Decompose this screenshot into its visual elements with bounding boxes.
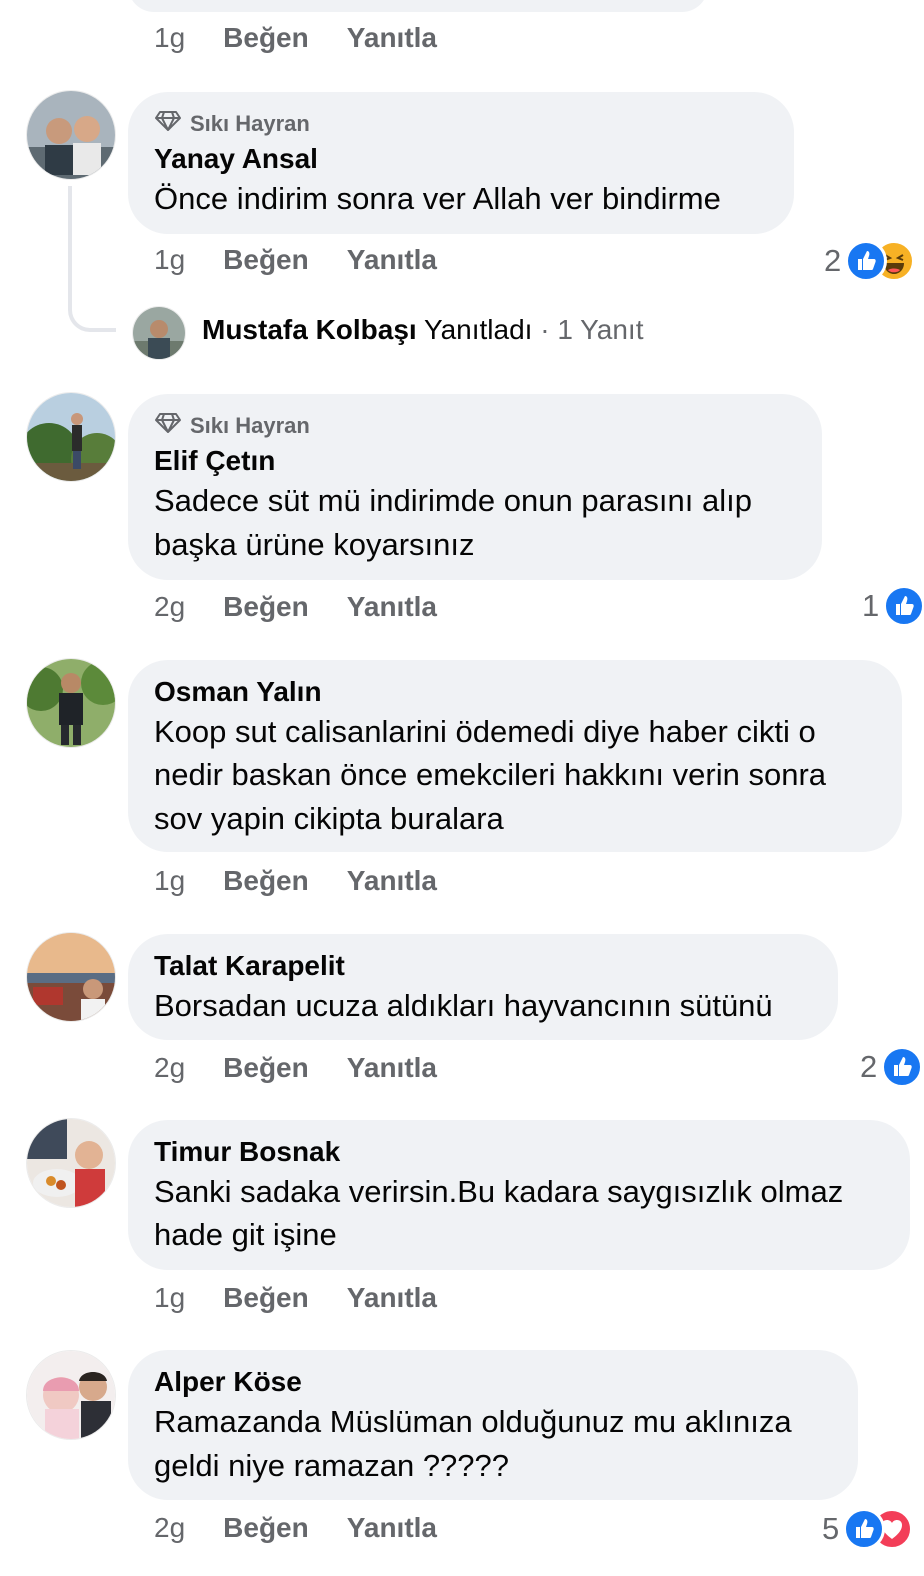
- badge-label: Sıkı Hayran: [190, 111, 310, 136]
- like-button[interactable]: Beğen: [223, 591, 309, 623]
- comment-age: 1g: [154, 22, 186, 53]
- like-button[interactable]: Beğen: [223, 1052, 309, 1084]
- reaction-summary[interactable]: 5: [822, 1508, 914, 1550]
- avatar[interactable]: [26, 392, 116, 482]
- reaction-count: 1: [862, 588, 880, 623]
- commenter-name[interactable]: Elif Çetın: [154, 445, 275, 477]
- reply-button[interactable]: Yanıtla: [347, 865, 437, 897]
- comment-actions: 2g Beğen Yanıtla: [154, 1052, 437, 1084]
- top-fan-badge: Sıkı Hayran: [154, 110, 310, 138]
- reply-button[interactable]: Yanıtla: [347, 244, 437, 276]
- avatar[interactable]: [26, 658, 116, 748]
- like-button[interactable]: Beğen: [223, 244, 309, 276]
- comment-actions: 1g Beğen Yanıtla: [154, 865, 437, 897]
- comment-actions: 1g Beğen Yanıtla: [154, 1282, 437, 1314]
- reply-count: 1 Yanıt: [557, 314, 644, 345]
- comment-actions: 1g Beğen Yanıtla: [154, 244, 437, 276]
- reply-avatar[interactable]: [132, 306, 186, 360]
- comment-age: 1g: [154, 244, 186, 275]
- comment-actions: 2g Beğen Yanıtla: [154, 1512, 437, 1544]
- commenter-name[interactable]: Timur Bosnak: [154, 1136, 340, 1168]
- reaction-summary[interactable]: 1: [862, 585, 924, 627]
- reply-summary[interactable]: Mustafa Kolbaşı Yanıtladı · 1 Yanıt: [202, 314, 643, 346]
- comment-age: 1g: [154, 865, 186, 896]
- reply-author-name: Mustafa Kolbaşı: [202, 314, 417, 345]
- comment-age: 1g: [154, 1282, 186, 1313]
- comment-age: 2g: [154, 1512, 186, 1543]
- top-fan-badge: Sıkı Hayran: [154, 412, 310, 440]
- avatar[interactable]: [26, 1118, 116, 1208]
- reaction-count: 5: [822, 1511, 840, 1546]
- previous-comment-actions: 1g Beğen Yanıtla: [154, 22, 437, 54]
- reply-action: Yanıtladı: [423, 314, 533, 345]
- reaction-summary[interactable]: 2: [824, 240, 916, 282]
- diamond-icon: [154, 412, 182, 440]
- like-button[interactable]: Beğen: [223, 1282, 309, 1314]
- like-reaction-icon: [881, 1046, 924, 1088]
- comment-age: 2g: [154, 591, 186, 622]
- commenter-name[interactable]: Talat Karapelit: [154, 950, 345, 982]
- comment-text: Sadece süt mü indirimde onun parasını al…: [154, 483, 752, 518]
- reply-separator: ·: [540, 314, 550, 345]
- avatar[interactable]: [26, 90, 116, 180]
- reaction-summary[interactable]: 2: [860, 1046, 924, 1088]
- comment-text: Önce indirim sonra ver Allah ver bindirm…: [154, 181, 721, 216]
- reply-button[interactable]: Yanıtla: [347, 591, 437, 623]
- like-reaction-icon: [843, 1508, 886, 1550]
- comment-text: hade git işine: [154, 1217, 337, 1252]
- like-reaction-icon: [845, 240, 888, 282]
- reply-button[interactable]: Yanıtla: [347, 1052, 437, 1084]
- reaction-count: 2: [824, 243, 842, 278]
- commenter-name[interactable]: Osman Yalın: [154, 676, 322, 708]
- reply-button[interactable]: Yanıtla: [347, 1282, 437, 1314]
- comment-text: Ramazanda Müslüman olduğunuz mu aklınıza: [154, 1404, 792, 1439]
- comment-actions: 2g Beğen Yanıtla: [154, 591, 437, 623]
- like-button[interactable]: Beğen: [223, 865, 309, 897]
- diamond-icon: [154, 110, 182, 138]
- like-reaction-icon: [883, 585, 924, 627]
- comment-text: sov yapin cikipta buralara: [154, 801, 504, 836]
- reply-button[interactable]: Yanıtla: [347, 22, 437, 54]
- commenter-name[interactable]: Alper Köse: [154, 1366, 302, 1398]
- comment-text: Borsadan ucuza aldıkları hayvancının süt…: [154, 988, 773, 1023]
- badge-label: Sıkı Hayran: [190, 413, 310, 438]
- avatar[interactable]: [26, 932, 116, 1022]
- comment-text: geldi niye ramazan ?????: [154, 1448, 510, 1483]
- thread-connector: [68, 186, 116, 332]
- commenter-name[interactable]: Yanay Ansal: [154, 143, 318, 175]
- like-button[interactable]: Beğen: [223, 1512, 309, 1544]
- like-button[interactable]: Beğen: [223, 22, 309, 54]
- previous-comment-bubble: [128, 0, 708, 12]
- comment-text: Sanki sadaka verirsin.Bu kadara saygısız…: [154, 1174, 844, 1209]
- avatar[interactable]: [26, 1350, 116, 1440]
- comment-age: 2g: [154, 1052, 186, 1083]
- reply-button[interactable]: Yanıtla: [347, 1512, 437, 1544]
- comment-text: başka ürüne koyarsınız: [154, 527, 475, 562]
- reaction-count: 2: [860, 1049, 878, 1084]
- comment-text: nedir baskan önce emekcileri hakkını ver…: [154, 757, 827, 792]
- comment-text: Koop sut calisanlarini ödemedi diye habe…: [154, 714, 816, 749]
